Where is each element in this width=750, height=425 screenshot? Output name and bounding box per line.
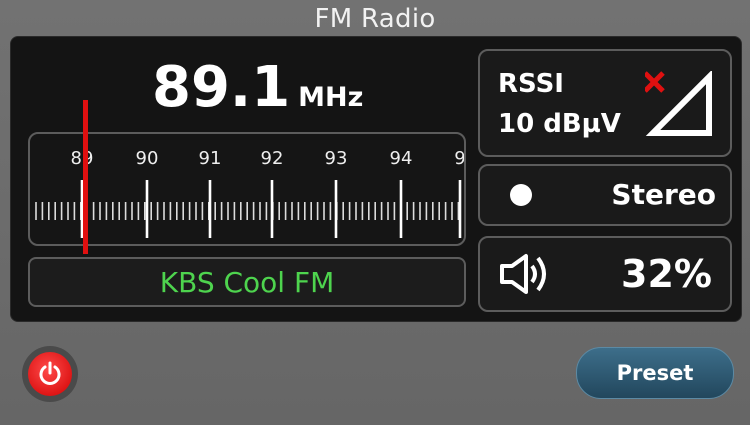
station-name: KBS Cool FM: [28, 257, 466, 307]
volume-value: 32%: [621, 252, 712, 296]
rssi-value: 10 dBµV: [498, 109, 621, 139]
volume-panel[interactable]: 32%: [478, 236, 732, 312]
stereo-label: Stereo: [611, 178, 716, 211]
rssi-label: RSSI: [498, 69, 564, 99]
stereo-indicator-icon: [510, 184, 532, 206]
power-button[interactable]: [22, 346, 78, 402]
tuning-needle[interactable]: [83, 100, 88, 254]
frequency-unit: MHz: [298, 82, 364, 113]
speaker-icon: [500, 254, 546, 294]
preset-button[interactable]: Preset: [576, 347, 734, 399]
stereo-panel: Stereo: [478, 164, 732, 226]
signal-triangle-icon: [645, 71, 712, 136]
close-icon: [645, 71, 665, 93]
tuning-dial[interactable]: 89 90 91 92 93 94 9: [28, 132, 466, 246]
dial-ticks: [35, 180, 462, 238]
frequency-value: 89.1: [152, 55, 291, 120]
power-icon: [28, 352, 72, 396]
frequency-display: 89.1 MHz: [152, 60, 363, 116]
rssi-panel: RSSI 10 dBµV: [478, 49, 732, 157]
app-title: FM Radio: [314, 4, 436, 34]
